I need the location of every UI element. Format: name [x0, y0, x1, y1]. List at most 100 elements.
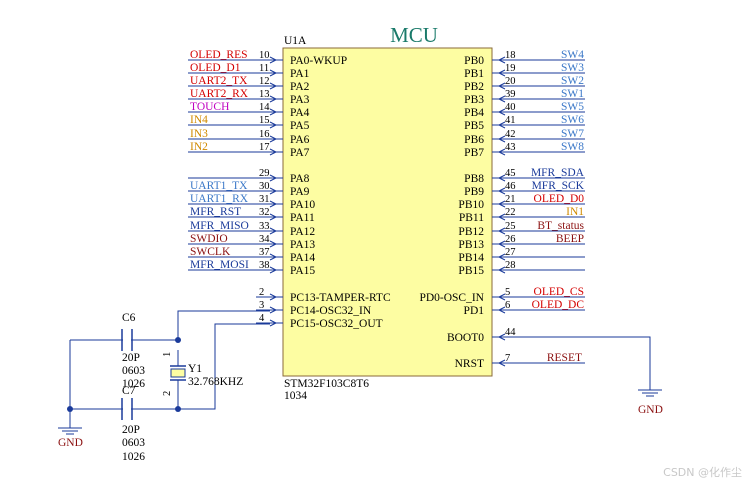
pin-number: 31	[259, 194, 270, 205]
pin-name: PA5	[290, 120, 310, 132]
pin-number: 43	[505, 142, 516, 153]
pin-number: 41	[505, 115, 516, 126]
crystal-ref: Y1	[188, 363, 202, 375]
net-label: IN3	[190, 128, 208, 140]
pin-name: PA1	[290, 68, 310, 80]
part-number: STM32F103C8T6	[284, 378, 369, 390]
pin-number: 12	[259, 76, 270, 87]
net-label: UART1_TX	[190, 180, 248, 192]
pin-name: PB10	[458, 199, 484, 211]
pin-name: PB9	[464, 186, 484, 198]
net-label: UART2_RX	[190, 88, 249, 100]
pin-number: 5	[505, 287, 510, 298]
net-label: MFR_SCK	[532, 180, 585, 192]
schematic-canvas: MCU U1A STM32F103C8T6 1034 PA0-WKUP 10 OLE…	[58, 23, 742, 479]
pin-name: PA0-WKUP	[290, 55, 347, 67]
pin-name: PD1	[464, 305, 485, 317]
pin-name: PC15-OSC32_OUT	[290, 318, 383, 330]
capacitor-c6	[121, 329, 133, 351]
pin-number: 46	[505, 181, 516, 192]
pin-name: PB8	[464, 173, 484, 185]
pin-number: 28	[505, 260, 516, 271]
net-label: RESET	[547, 352, 582, 364]
pin-number: 14	[259, 102, 270, 113]
net-label: OLED_D1	[190, 62, 241, 74]
pin-name: PB7	[464, 147, 484, 159]
c7-package: 0603	[122, 437, 145, 449]
pin-number: 44	[505, 327, 516, 338]
watermark: CSDN @化作尘	[663, 465, 742, 479]
net-label: SW4	[561, 49, 584, 61]
net-label: MFR_SDA	[531, 167, 585, 179]
pin-name: PA10	[290, 199, 315, 211]
pin-number: 38	[259, 260, 270, 271]
oscillator-wiring	[69, 310, 270, 428]
net-label: SW2	[561, 75, 584, 87]
pin-number: 45	[505, 168, 516, 179]
net-label: SWDIO	[190, 233, 228, 245]
pin-name: PA9	[290, 186, 310, 198]
net-label: IN4	[190, 114, 208, 126]
net-label: SW5	[561, 101, 584, 113]
pin-number: 2	[259, 287, 264, 298]
pin-name: PB14	[458, 252, 484, 264]
pin-name: PA12	[290, 226, 315, 238]
pin-number: 27	[505, 247, 516, 258]
net-label: SW1	[561, 88, 584, 100]
c6-package: 0603	[122, 365, 145, 377]
pin-number: 18	[505, 50, 516, 61]
pin-number: 13	[259, 89, 270, 100]
pin-number: 3	[259, 300, 264, 311]
pin-name: PA2	[290, 81, 310, 93]
pin-name: PA14	[290, 252, 315, 264]
c6-value: 20P	[122, 352, 140, 364]
c6-ref: C6	[122, 312, 136, 324]
gnd-right-label: GND	[638, 404, 663, 416]
pin-name: PB6	[464, 134, 484, 146]
net-label: SW8	[561, 141, 584, 153]
pin-number: 34	[259, 234, 270, 245]
net-label: BT_status	[537, 220, 584, 232]
pin-number: 22	[505, 207, 516, 218]
pin-number: 29	[259, 168, 270, 179]
pin-number: 39	[505, 89, 516, 100]
pin-number: 30	[259, 181, 270, 192]
net-label: SW6	[561, 114, 584, 126]
pin-name: PA4	[290, 107, 310, 119]
pin-name: PA8	[290, 173, 310, 185]
c7-code: 1026	[122, 451, 145, 463]
gnd-left-label: GND	[58, 437, 83, 449]
pin-number: 37	[259, 247, 270, 258]
pin-name: PB1	[464, 68, 484, 80]
pin-name: PB2	[464, 81, 484, 93]
crystal-y1	[170, 365, 186, 381]
net-label: OLED_D0	[534, 193, 585, 205]
pin-number: 19	[505, 63, 516, 74]
pin-name: PB12	[458, 226, 484, 238]
net-label: UART2_TX	[190, 75, 248, 87]
c7-ref: C7	[122, 385, 136, 397]
pin-name: PA15	[290, 265, 315, 277]
pin-name: PA11	[290, 212, 315, 224]
pin-number: 20	[505, 76, 516, 87]
pin-name: PB13	[458, 239, 484, 251]
pin-number: 15	[259, 115, 270, 126]
pin-number: 33	[259, 221, 270, 232]
net-label: OLED_CS	[534, 286, 584, 298]
pin-name: BOOT0	[447, 332, 484, 344]
pin-number: 32	[259, 207, 270, 218]
net-label: UART1_RX	[190, 193, 249, 205]
pin-number: 6	[505, 300, 510, 311]
pin-number: 16	[259, 129, 270, 140]
pin-number: 11	[259, 63, 269, 74]
pin-name: PD0-OSC_IN	[419, 292, 484, 304]
pin-name: PC13-TAMPER-RTC	[290, 292, 391, 304]
capacitor-c7	[121, 398, 133, 420]
pin-name: PA3	[290, 94, 310, 106]
pin-number: 10	[259, 50, 270, 61]
pin-name: NRST	[455, 358, 484, 370]
net-label: MFR_RST	[190, 206, 241, 218]
pin-name: PA13	[290, 239, 315, 251]
designator-label: U1A	[284, 35, 307, 47]
pin-name: PB0	[464, 55, 484, 67]
